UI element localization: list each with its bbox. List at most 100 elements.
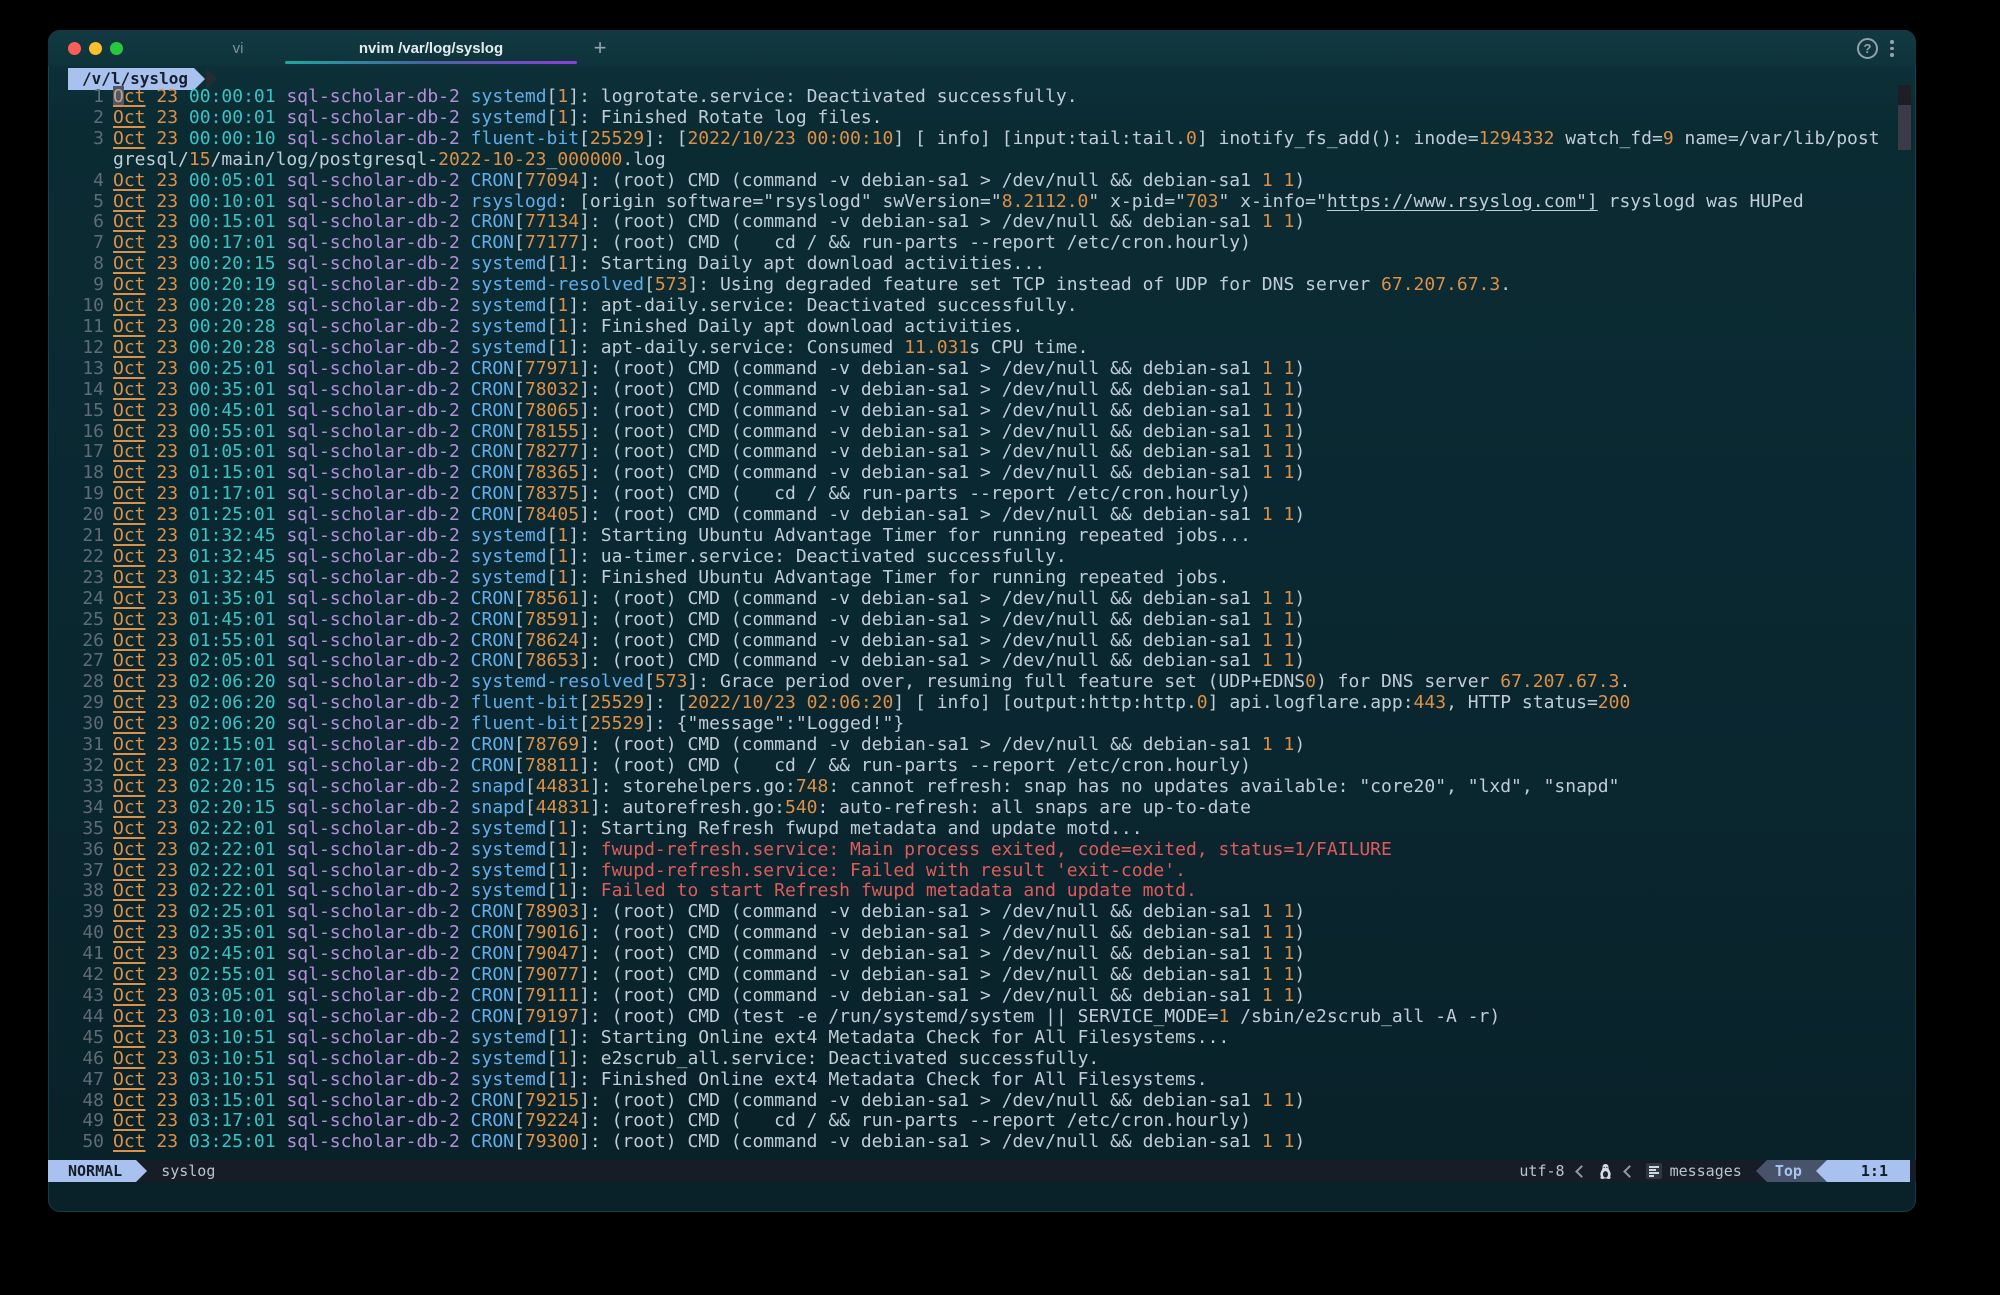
log-line: 18Oct 23 01:15:01 sql-scholar-db-2 CRON[… [48, 463, 1908, 484]
line-number: 6 [48, 212, 113, 233]
log-line: 10Oct 23 00:20:28 sql-scholar-db-2 syste… [48, 296, 1908, 317]
encoding-label: utf-8 [1519, 1162, 1564, 1180]
line-number: 7 [48, 233, 113, 254]
line-number: 20 [48, 505, 113, 526]
tab-vi[interactable]: vi [178, 30, 298, 66]
log-line: 11Oct 23 00:20:28 sql-scholar-db-2 syste… [48, 317, 1908, 338]
log-view: 1Oct 23 00:00:01 sql-scholar-db-2 system… [48, 87, 1908, 1153]
line-number: 25 [48, 610, 113, 631]
log-line: 12Oct 23 00:20:28 sql-scholar-db-2 syste… [48, 338, 1908, 359]
top-segment-arrow [1756, 1160, 1767, 1182]
line-number: 33 [48, 777, 113, 798]
line-number: 17 [48, 442, 113, 463]
line-number: 41 [48, 944, 113, 965]
log-line: 9Oct 23 00:20:19 sql-scholar-db-2 system… [48, 275, 1908, 296]
line-number: 22 [48, 547, 113, 568]
log-line: 23Oct 23 01:32:45 sql-scholar-db-2 syste… [48, 568, 1908, 589]
log-line: 42Oct 23 02:55:01 sql-scholar-db-2 CRON[… [48, 965, 1908, 986]
line-number: 40 [48, 923, 113, 944]
log-line: 17Oct 23 01:05:01 sql-scholar-db-2 CRON[… [48, 442, 1908, 463]
line-number: 13 [48, 359, 113, 380]
close-window-button[interactable] [68, 42, 81, 55]
line-number: 31 [48, 735, 113, 756]
line-number: 30 [48, 714, 113, 735]
line-number: 24 [48, 589, 113, 610]
line-number: 4 [48, 171, 113, 192]
line-number: 44 [48, 1007, 113, 1028]
line-number: 27 [48, 651, 113, 672]
log-line: 6Oct 23 00:15:01 sql-scholar-db-2 CRON[7… [48, 212, 1908, 233]
line-number: 16 [48, 422, 113, 443]
statusline: NORMAL syslog utf-8 messages [48, 1160, 1916, 1182]
log-line: 4Oct 23 00:05:01 sql-scholar-db-2 CRON[7… [48, 171, 1908, 192]
log-line: 13Oct 23 00:25:01 sql-scholar-db-2 CRON[… [48, 359, 1908, 380]
mode-arrow [136, 1160, 147, 1182]
log-line: 8Oct 23 00:20:15 sql-scholar-db-2 system… [48, 254, 1908, 275]
minimize-window-button[interactable] [89, 42, 102, 55]
position-segment-arrow [1816, 1160, 1827, 1182]
log-line: 31Oct 23 02:15:01 sql-scholar-db-2 CRON[… [48, 735, 1908, 756]
line-number: 45 [48, 1028, 113, 1049]
log-line: 33Oct 23 02:20:15 sql-scholar-db-2 snapd… [48, 777, 1908, 798]
log-line: 39Oct 23 02:25:01 sql-scholar-db-2 CRON[… [48, 902, 1908, 923]
buffer-lines-icon [1646, 1163, 1662, 1179]
log-line: 22Oct 23 01:32:45 sql-scholar-db-2 syste… [48, 547, 1908, 568]
tab-vi-label: vi [233, 40, 244, 57]
log-line: 41Oct 23 02:45:01 sql-scholar-db-2 CRON[… [48, 944, 1908, 965]
zoom-window-button[interactable] [110, 42, 123, 55]
line-number: 50 [48, 1132, 113, 1153]
line-number: 38 [48, 881, 113, 902]
help-icon[interactable]: ? [1857, 38, 1878, 59]
log-line: 45Oct 23 03:10:51 sql-scholar-db-2 syste… [48, 1028, 1908, 1049]
linux-tux-icon [1598, 1163, 1613, 1180]
line-number: 5 [48, 192, 113, 213]
tab-nvim-syslog[interactable]: nvim /var/log/syslog [285, 30, 577, 66]
chevron-left-icon [1623, 1165, 1636, 1178]
line-number: 3 [48, 129, 113, 150]
log-line: 28Oct 23 02:06:20 sql-scholar-db-2 syste… [48, 672, 1908, 693]
log-line: 7Oct 23 00:17:01 sql-scholar-db-2 CRON[7… [48, 233, 1908, 254]
desktop: vi nvim /var/log/syslog + ? /v/l/syslog … [0, 0, 2000, 1295]
log-line: 46Oct 23 03:10:51 sql-scholar-db-2 syste… [48, 1049, 1908, 1070]
line-number: 12 [48, 338, 113, 359]
line-number: 1 [48, 87, 113, 108]
line-number: 9 [48, 275, 113, 296]
line-number: 23 [48, 568, 113, 589]
log-line: 16Oct 23 00:55:01 sql-scholar-db-2 CRON[… [48, 422, 1908, 443]
line-number: 14 [48, 380, 113, 401]
log-line: 25Oct 23 01:45:01 sql-scholar-db-2 CRON[… [48, 610, 1908, 631]
scrollbar-thumb[interactable] [1898, 85, 1911, 150]
log-line: 37Oct 23 02:22:01 sql-scholar-db-2 syste… [48, 861, 1908, 882]
line-number: 43 [48, 986, 113, 1007]
log-line: 29Oct 23 02:06:20 sql-scholar-db-2 fluen… [48, 693, 1908, 714]
log-line: 5Oct 23 00:10:01 sql-scholar-db-2 rsyslo… [48, 192, 1908, 213]
line-number: 36 [48, 840, 113, 861]
line-number: 18 [48, 463, 113, 484]
line-number: 15 [48, 401, 113, 422]
line-number: 39 [48, 902, 113, 923]
new-tab-button[interactable]: + [584, 30, 616, 66]
line-number: 35 [48, 819, 113, 840]
log-line: 15Oct 23 00:45:01 sql-scholar-db-2 CRON[… [48, 401, 1908, 422]
log-line: 35Oct 23 02:22:01 sql-scholar-db-2 syste… [48, 819, 1908, 840]
line-number: 34 [48, 798, 113, 819]
line-number: 19 [48, 484, 113, 505]
tab-bar: vi nvim /var/log/syslog + ? [48, 30, 1916, 66]
log-line: 36Oct 23 02:22:01 sql-scholar-db-2 syste… [48, 840, 1908, 861]
line-number: 10 [48, 296, 113, 317]
mode-indicator: NORMAL [48, 1160, 136, 1182]
line-number: 48 [48, 1091, 113, 1112]
log-line: 49Oct 23 03:17:01 sql-scholar-db-2 CRON[… [48, 1111, 1908, 1132]
log-line: 34Oct 23 02:20:15 sql-scholar-db-2 snapd… [48, 798, 1908, 819]
scroll-position-label: Top [1767, 1160, 1816, 1182]
line-number: 29 [48, 693, 113, 714]
log-line: 40Oct 23 02:35:01 sql-scholar-db-2 CRON[… [48, 923, 1908, 944]
menu-kebab-icon[interactable] [1887, 38, 1897, 59]
log-line: 21Oct 23 01:32:45 sql-scholar-db-2 syste… [48, 526, 1908, 547]
window-controls [68, 30, 123, 66]
log-line-wrap: gresql/15/main/log/postgresql-2022-10-23… [48, 150, 1908, 171]
statusline-filename: syslog [161, 1160, 215, 1182]
terminal-window: vi nvim /var/log/syslog + ? /v/l/syslog … [48, 30, 1916, 1212]
log-line: 48Oct 23 03:15:01 sql-scholar-db-2 CRON[… [48, 1091, 1908, 1112]
log-line: 26Oct 23 01:55:01 sql-scholar-db-2 CRON[… [48, 631, 1908, 652]
